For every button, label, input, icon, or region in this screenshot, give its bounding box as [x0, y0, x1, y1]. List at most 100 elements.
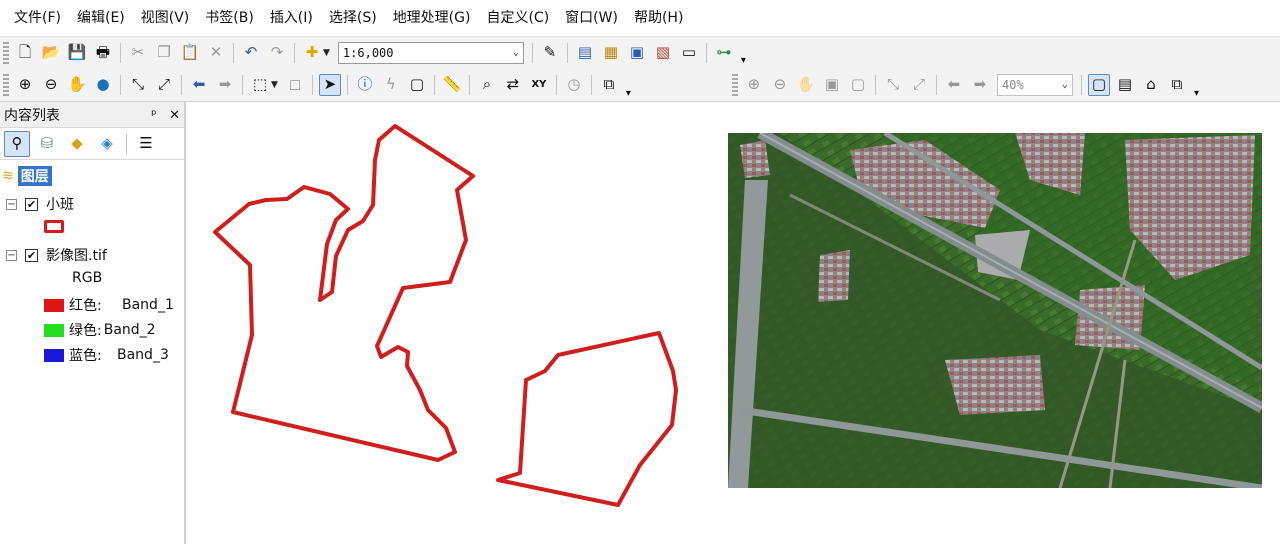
layout-toolbar-grip[interactable]: [731, 73, 738, 96]
catalog-window-icon[interactable]: ▦: [600, 42, 622, 64]
menu-help[interactable]: 帮助(H): [626, 0, 691, 36]
layer-visibility-checkbox[interactable]: ✔: [25, 197, 38, 211]
satellite-image-raster[interactable]: [728, 133, 1262, 488]
menu-customize[interactable]: 自定义(C): [478, 0, 557, 36]
list-by-source-icon[interactable]: ⛁: [34, 131, 60, 157]
list-by-drawing-order-icon[interactable]: ⚲: [4, 130, 30, 157]
menu-geoprocessing[interactable]: 地理处理(G): [385, 0, 479, 36]
python-window-icon[interactable]: ▭: [678, 42, 700, 64]
undo-icon[interactable]: ↶: [240, 42, 262, 64]
create-viewer-window-icon[interactable]: ⧉: [598, 74, 620, 96]
zoom-out-icon[interactable]: ⊖: [40, 74, 62, 96]
layout-back-icon[interactable]: ⬅: [943, 74, 965, 96]
go-to-xy-icon[interactable]: XY: [528, 74, 550, 96]
forward-extent-icon[interactable]: ➡: [214, 74, 236, 96]
menu-selection[interactable]: 选择(S): [321, 0, 385, 36]
select-features-icon[interactable]: ⬚: [249, 74, 271, 96]
options-icon[interactable]: ☰: [133, 131, 159, 157]
list-by-selection-icon[interactable]: ◈: [94, 131, 120, 157]
menu-file[interactable]: 文件(F): [6, 0, 69, 36]
layer-row-image[interactable]: − ✔ 影像图.tif: [6, 245, 107, 265]
menu-view[interactable]: 视图(V): [133, 0, 198, 36]
change-layout-icon[interactable]: ⌂: [1140, 74, 1162, 96]
red-swatch[interactable]: [44, 298, 64, 312]
zoom-in-icon[interactable]: ⊕: [14, 74, 36, 96]
layers-group-row[interactable]: ≋ 图层: [2, 166, 52, 186]
copy-icon[interactable]: ❐: [153, 42, 175, 64]
toolbar-overflow-icon[interactable]: ▾: [1194, 88, 1199, 99]
add-data-dropdown-icon[interactable]: ▼: [323, 48, 330, 58]
html-popup-icon[interactable]: ▢: [406, 74, 428, 96]
find-route-icon[interactable]: ⇄: [502, 74, 524, 96]
layer-row-xiaoban[interactable]: − ✔ 小班: [6, 194, 74, 214]
band-row-green[interactable]: 绿色: Band_2: [44, 320, 184, 340]
pan-hand-icon[interactable]: ✋: [66, 74, 88, 96]
full-extent-globe-icon[interactable]: ●: [92, 74, 114, 96]
hyperlink-lightning-icon[interactable]: ϟ: [380, 74, 402, 96]
menu-edit[interactable]: 编辑(E): [69, 0, 133, 36]
map-canvas[interactable]: [192, 102, 1280, 544]
identify-info-icon[interactable]: ⓘ: [354, 74, 376, 96]
close-icon[interactable]: ✕: [169, 108, 180, 123]
table-of-contents-window-icon[interactable]: ▤: [574, 42, 596, 64]
menu-insert[interactable]: 插入(I): [262, 0, 321, 36]
data-driven-pages-icon[interactable]: ⧉: [1166, 74, 1188, 96]
map-scale-combobox[interactable]: 1:6,000 ⌄: [337, 41, 524, 64]
chevron-down-icon[interactable]: ⌄: [513, 47, 519, 58]
arctoolbox-icon[interactable]: ▧: [652, 42, 674, 64]
zoom-100-percent-icon[interactable]: ▢: [847, 74, 869, 96]
save-icon[interactable]: 💾: [66, 42, 88, 64]
cut-icon[interactable]: ✂: [127, 42, 149, 64]
menu-windows[interactable]: 窗口(W): [557, 0, 626, 36]
toolbar-overflow-icon[interactable]: ▾: [626, 88, 631, 99]
polygon-symbol-row[interactable]: [44, 220, 64, 233]
layout-pan-icon[interactable]: ✋: [795, 74, 817, 96]
polygon-symbol-icon[interactable]: [44, 220, 64, 233]
toolbar-grip[interactable]: [3, 41, 9, 64]
fixed-zoom-out-icon[interactable]: ⤢: [153, 74, 175, 96]
fixed-zoom-in-icon[interactable]: ⤡: [127, 74, 149, 96]
select-elements-arrow-icon[interactable]: ➤: [318, 73, 341, 96]
new-document-icon[interactable]: 🗋: [14, 42, 36, 64]
collapse-icon[interactable]: −: [6, 249, 17, 261]
layout-forward-icon[interactable]: ➡: [969, 74, 991, 96]
layout-zoom-in-icon[interactable]: ⊕: [743, 74, 765, 96]
layout-zoom-combobox[interactable]: 40% ⌄: [996, 73, 1073, 96]
layer-visibility-checkbox[interactable]: ✔: [25, 248, 38, 262]
focus-data-frame-icon[interactable]: ▤: [1114, 74, 1136, 96]
print-icon[interactable]: 🖶: [92, 42, 114, 64]
layout-zoom-out-icon[interactable]: ⊖: [769, 74, 791, 96]
zoom-whole-page-icon[interactable]: ▣: [821, 74, 843, 96]
back-extent-icon[interactable]: ⬅: [188, 74, 210, 96]
editor-toolbar-icon[interactable]: ✎: [539, 42, 561, 64]
clear-selection-icon[interactable]: ◻: [284, 74, 306, 96]
collapse-icon[interactable]: −: [6, 198, 17, 210]
layout-fixed-zoom-in-icon[interactable]: ⤡: [882, 74, 904, 96]
select-dropdown-icon[interactable]: ▼: [271, 80, 278, 90]
green-swatch[interactable]: [44, 323, 64, 337]
menu-bookmarks[interactable]: 书签(B): [197, 0, 262, 36]
find-binoculars-icon[interactable]: ⌕: [476, 74, 498, 96]
parcel-polygon-small[interactable]: [496, 331, 678, 507]
pin-icon[interactable]: ᵖ: [151, 108, 157, 123]
search-window-icon[interactable]: ▣: [626, 42, 648, 64]
toggle-draft-mode-icon[interactable]: ▢: [1087, 73, 1110, 96]
redo-icon[interactable]: ↷: [266, 42, 288, 64]
paste-icon[interactable]: 📋: [179, 42, 201, 64]
open-folder-icon[interactable]: 📂: [40, 42, 62, 64]
measure-ruler-icon[interactable]: 📏: [441, 74, 463, 96]
list-by-visibility-icon[interactable]: ◆: [64, 131, 90, 157]
delete-icon[interactable]: ✕: [205, 42, 227, 64]
time-slider-icon[interactable]: ◷: [563, 74, 585, 96]
chevron-down-icon[interactable]: ⌄: [1062, 79, 1068, 90]
blue-swatch[interactable]: [44, 348, 64, 362]
toolbar-overflow-icon[interactable]: ▾: [741, 55, 746, 66]
parcel-polygon-large[interactable]: [213, 124, 475, 462]
layout-fixed-zoom-out-icon[interactable]: ⤢: [908, 74, 930, 96]
band-row-blue[interactable]: 蓝色: Band_3: [44, 345, 184, 365]
map-display[interactable]: [192, 102, 1280, 544]
toolbar-grip[interactable]: [3, 73, 9, 96]
add-data-icon[interactable]: ✚: [301, 42, 323, 64]
band-row-red[interactable]: 红色: Band_1: [44, 295, 184, 315]
modelbuilder-icon[interactable]: ⊶: [713, 42, 735, 64]
